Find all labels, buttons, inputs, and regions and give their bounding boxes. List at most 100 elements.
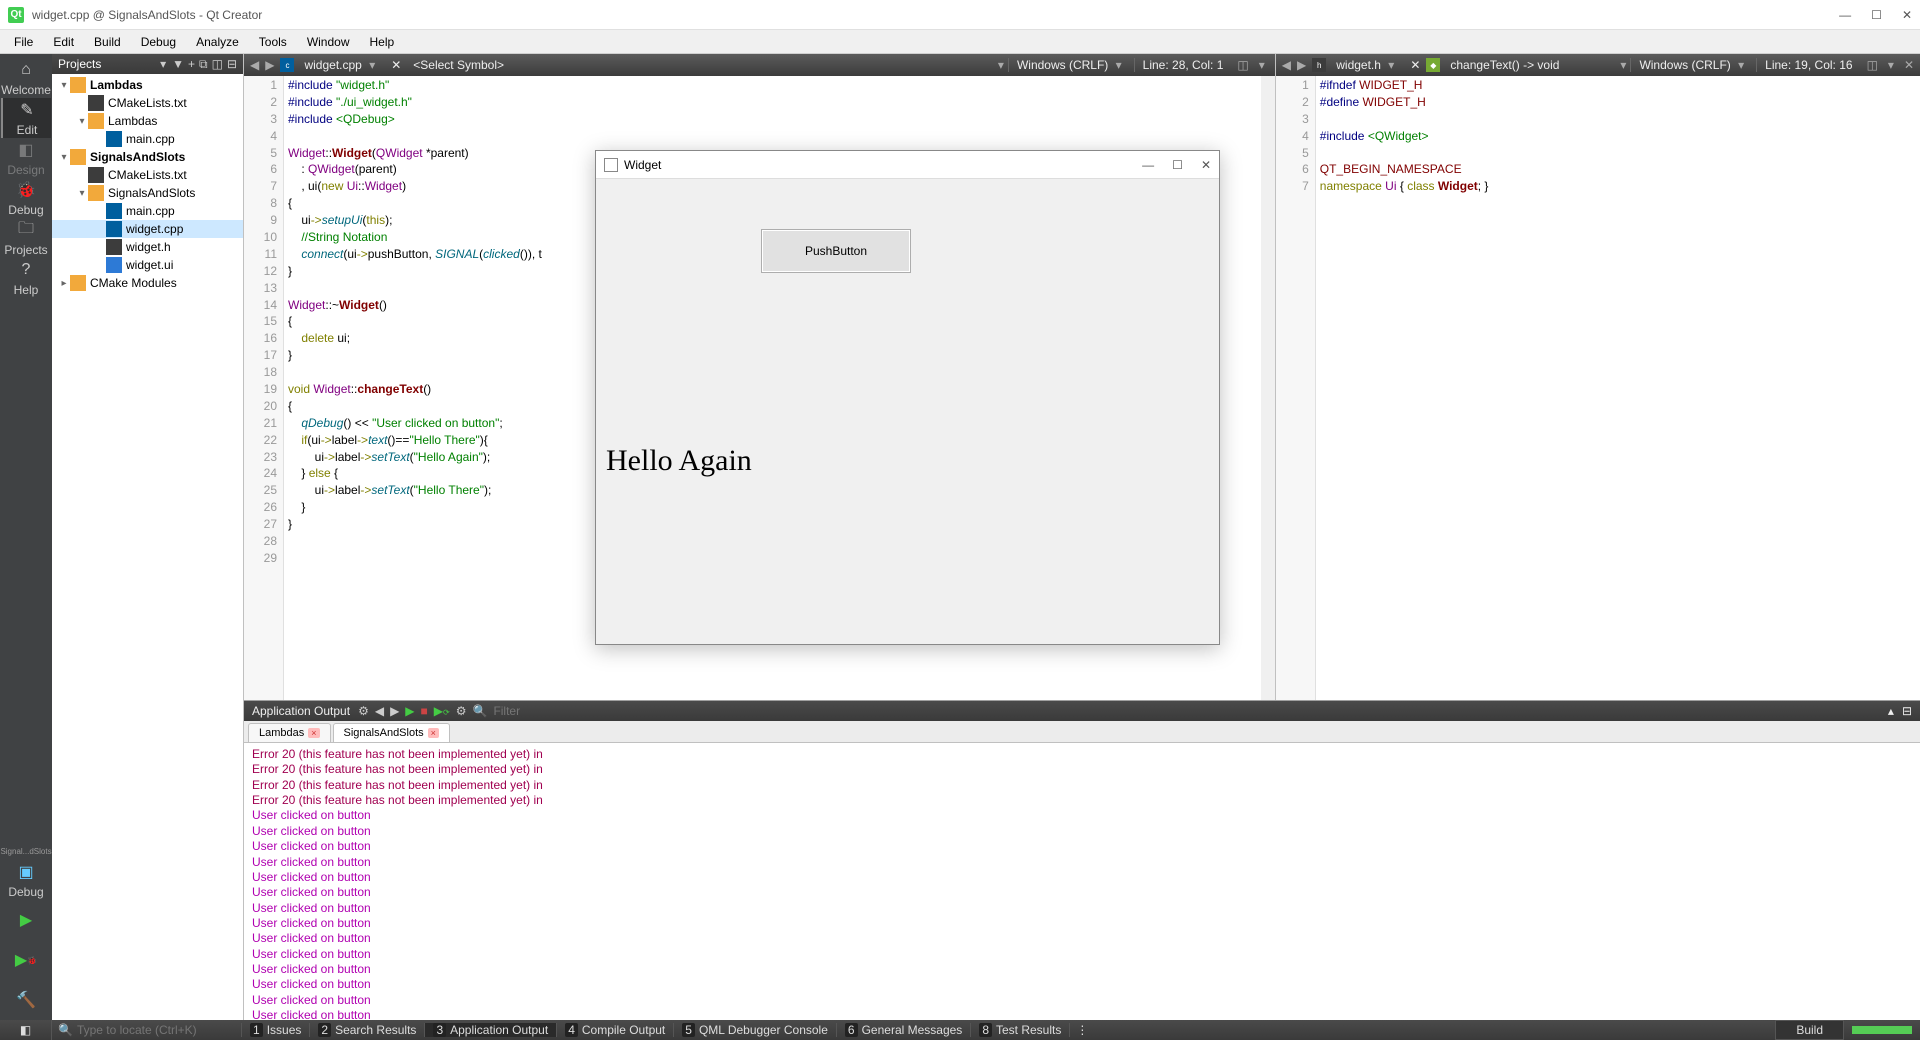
pane-test-results[interactable]: 8Test Results [971, 1023, 1070, 1037]
sidebar-dropdown-icon[interactable]: ▾ [160, 57, 166, 71]
nav-back-icon[interactable]: ◀ [250, 58, 259, 72]
app-icon [604, 158, 618, 172]
app-maximize-button[interactable]: ☐ [1172, 158, 1183, 172]
editor-pane-right: ◀▶ h widget.h ▾ ✕ ◆ changeText() -> void… [1276, 54, 1920, 700]
run-debug-button[interactable]: ▣Debug [0, 860, 52, 900]
pane-search-results[interactable]: 2Search Results [310, 1023, 425, 1037]
tree-item-widget-ui[interactable]: widget.ui [52, 256, 243, 274]
close-icon[interactable]: × [308, 728, 319, 738]
editor-header-left: ◀▶ c widget.cpp ▾ ✕ <Select Symbol>▾ Win… [244, 54, 1275, 76]
tree-item-widget-h[interactable]: widget.h [52, 238, 243, 256]
file-selector-right[interactable]: widget.h ▾ [1330, 56, 1404, 74]
push-button[interactable]: PushButton [761, 229, 911, 273]
pane-general-messages[interactable]: 6General Messages [837, 1023, 971, 1037]
pane-qml-debugger-console[interactable]: 5QML Debugger Console [674, 1023, 837, 1037]
menu-edit[interactable]: Edit [43, 33, 84, 51]
output-filter-input[interactable] [493, 704, 613, 718]
nav-back-icon[interactable]: ◀ [1282, 58, 1291, 72]
mode-projects[interactable]: 🗀Projects [1, 218, 51, 258]
output-tab-lambdas[interactable]: Lambdas× [248, 723, 331, 742]
pane-compile-output[interactable]: 4Compile Output [557, 1023, 674, 1037]
output-prev-icon[interactable]: ◀ [375, 704, 384, 718]
output-tab-signalsandslots[interactable]: SignalsAndSlots× [333, 723, 450, 742]
symbol-selector-left[interactable]: <Select Symbol> [407, 56, 994, 74]
tree-item-cmake modules[interactable]: ▸CMake Modules [52, 274, 243, 292]
tree-item-cmakelists-txt[interactable]: CMakeLists.txt [52, 94, 243, 112]
sidebar-title[interactable]: Projects [58, 57, 160, 71]
tree-item-main-cpp[interactable]: main.cpp [52, 202, 243, 220]
sidebar-tool-4[interactable]: ⊟ [227, 57, 237, 72]
nav-fwd-icon[interactable]: ▶ [265, 58, 274, 72]
sidebar-tool-1[interactable]: + [188, 57, 195, 72]
maximize-button[interactable]: ☐ [1871, 8, 1882, 22]
output-title[interactable]: Application Output [252, 704, 350, 718]
tree-item-lambdas[interactable]: ▾Lambdas [52, 76, 243, 94]
scrollbar-v[interactable] [1261, 76, 1275, 700]
menu-help[interactable]: Help [360, 33, 405, 51]
run-button[interactable]: ▶ [0, 900, 52, 940]
app-close-button[interactable]: ✕ [1201, 158, 1211, 172]
cursor-pos-right[interactable]: Line: 19, Col: 16 [1756, 58, 1860, 72]
file-selector-left[interactable]: widget.cpp ▾ [298, 56, 385, 74]
cursor-pos-left[interactable]: Line: 28, Col: 1 [1134, 58, 1232, 72]
encoding-left[interactable]: Windows (CRLF) ▾ [1008, 58, 1134, 72]
tree-item-widget-cpp[interactable]: widget.cpp [52, 220, 243, 238]
tree-item-signalsandslots[interactable]: ▾SignalsAndSlots [52, 184, 243, 202]
minimize-button[interactable]: — [1839, 8, 1851, 22]
app-minimize-button[interactable]: — [1142, 158, 1154, 172]
menu-build[interactable]: Build [84, 33, 131, 51]
code-editor-right[interactable]: 1234567 #ifndef WIDGET_H#define WIDGET_H… [1276, 76, 1920, 700]
hello-label: Hello Again [606, 444, 752, 478]
pane-application-output[interactable]: 3Application Output [425, 1023, 557, 1037]
output-maximize-icon[interactable]: ▴ [1888, 704, 1894, 718]
output-text[interactable]: Error 20 (this feature has not been impl… [244, 743, 1920, 1020]
symbol-selector-right[interactable]: changeText() -> void [1444, 56, 1616, 74]
menu-tools[interactable]: Tools [249, 33, 297, 51]
output-close-icon[interactable]: ⊟ [1902, 704, 1912, 718]
output-tabs: Lambdas×SignalsAndSlots× [244, 721, 1920, 743]
mode-edit[interactable]: ✎Edit [1, 98, 51, 138]
split-icon[interactable]: ◫ [1867, 58, 1878, 72]
nav-fwd-icon[interactable]: ▶ [1297, 58, 1306, 72]
output-stop-icon[interactable]: ■ [421, 704, 428, 718]
sidebar-tool-2[interactable]: ⧉ [199, 57, 208, 72]
locator-input[interactable] [77, 1023, 235, 1037]
mode-debug[interactable]: 🐞Debug [1, 178, 51, 218]
menu-window[interactable]: Window [297, 33, 360, 51]
sidebar-tool-3[interactable]: ◫ [212, 57, 223, 72]
menu-debug[interactable]: Debug [131, 33, 186, 51]
menu-analyze[interactable]: Analyze [186, 33, 249, 51]
kit-selector[interactable]: Signal...dSlots [0, 843, 56, 860]
close-document-left[interactable]: ✕ [385, 58, 407, 72]
running-app-window: Widget — ☐ ✕ PushButton Hello Again [595, 150, 1220, 645]
close-document-right[interactable]: ✕ [1404, 58, 1426, 72]
tree-item-main-cpp[interactable]: main.cpp [52, 130, 243, 148]
file-cpp-icon: c [280, 58, 294, 72]
run-debug-start-button[interactable]: ▶🐞 [0, 940, 52, 980]
split-icon[interactable]: ◫ [1237, 58, 1248, 72]
sidebar-toggle-icon[interactable]: ◧ [0, 1020, 52, 1040]
encoding-right[interactable]: Windows (CRLF) ▾ [1630, 58, 1756, 72]
output-run-icon[interactable]: ▶ [405, 704, 414, 718]
close-icon[interactable]: × [428, 728, 439, 738]
mode-welcome[interactable]: ⌂Welcome [1, 58, 51, 98]
build-status-button[interactable]: Build [1775, 1020, 1844, 1040]
tree-item-signalsandslots[interactable]: ▾SignalsAndSlots [52, 148, 243, 166]
close-split-icon[interactable]: ✕ [1904, 58, 1914, 72]
output-next-icon[interactable]: ▶ [390, 704, 399, 718]
app-titlebar[interactable]: Widget — ☐ ✕ [596, 151, 1219, 179]
build-button[interactable]: 🔨 [0, 980, 52, 1020]
output-settings-icon[interactable]: ⚙ [358, 704, 369, 718]
tree-item-cmakelists-txt[interactable]: CMakeLists.txt [52, 166, 243, 184]
sidebar-tool-0[interactable]: ▼ [172, 57, 184, 72]
output-attach-icon[interactable]: ⚙ [456, 704, 467, 718]
project-tree[interactable]: ▾LambdasCMakeLists.txt▾Lambdasmain.cpp▾S… [52, 74, 243, 1020]
tree-item-lambdas[interactable]: ▾Lambdas [52, 112, 243, 130]
editor-header-right: ◀▶ h widget.h ▾ ✕ ◆ changeText() -> void… [1276, 54, 1920, 76]
pane-issues[interactable]: 1Issues [242, 1023, 310, 1037]
menu-file[interactable]: File [4, 33, 43, 51]
panes-more-icon[interactable]: ⋮ [1070, 1023, 1094, 1037]
output-rerun-icon[interactable]: ▶⟳ [434, 704, 450, 718]
mode-help[interactable]: ?Help [1, 258, 51, 298]
close-button[interactable]: ✕ [1902, 8, 1912, 22]
